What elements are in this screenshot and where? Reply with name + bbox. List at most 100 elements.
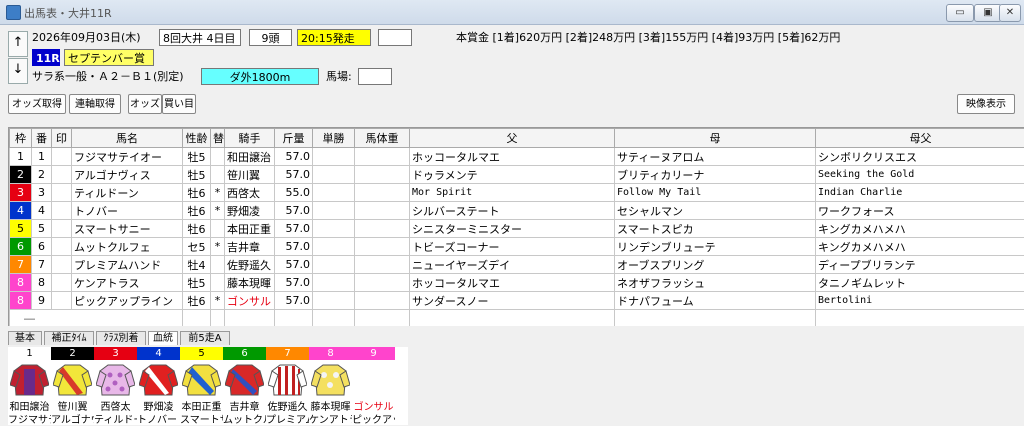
ban-cell: 2	[32, 166, 52, 184]
jockey-cell[interactable]: 西啓太	[225, 184, 275, 202]
jockey-silk-icon	[268, 361, 307, 397]
jockey-cell[interactable]: 本田正重	[225, 220, 275, 238]
jockey-cell[interactable]: 野畑凌	[225, 202, 275, 220]
header-dam[interactable]: 母	[615, 129, 816, 148]
horse-name-cell[interactable]: スマートサニー	[72, 220, 183, 238]
mark-cell[interactable]	[52, 238, 72, 256]
silk-card[interactable]: 3 西啓太 ティルドーン	[94, 347, 137, 425]
horse-name-cell[interactable]: ティルドーン	[72, 184, 183, 202]
mark-cell[interactable]	[52, 202, 72, 220]
baba-input[interactable]	[358, 68, 392, 85]
next-race-button[interactable]: ↓	[8, 58, 28, 84]
header-horse-name[interactable]: 馬名	[72, 129, 183, 148]
silk-card[interactable]: 5 本田正重 スマートサニー	[180, 347, 223, 425]
prev-race-button[interactable]: ↑	[8, 31, 28, 57]
silk-card[interactable]: 2 笹川翼 アルゴナヴィ	[51, 347, 94, 425]
jockey-cell[interactable]: 佐野遥久	[225, 256, 275, 274]
dam-cell: ドナパフューム	[615, 292, 816, 310]
empty-row-marker: ―	[10, 310, 183, 327]
change-cell: *	[211, 292, 225, 310]
silk-card[interactable]: 9 ゴンサル ピックアップ	[352, 347, 395, 425]
race-conditions: サラ系一般・Ａ２－Ｂ１(別定)	[32, 68, 184, 85]
header-mark[interactable]: 印	[52, 129, 72, 148]
table-row[interactable]: 5 5 スマートサニー 牡6 本田正重 57.0 シニスターミニスター スマート…	[10, 220, 1024, 238]
header-jockey[interactable]: 騎手	[225, 129, 275, 148]
mark-cell[interactable]	[52, 166, 72, 184]
sex-age-cell: 牡6	[183, 292, 211, 310]
silk-horse-name: スマートサニー	[180, 411, 223, 426]
horse-name-cell[interactable]: ケンアトラス	[72, 274, 183, 292]
odds-button[interactable]: オッズ	[128, 94, 162, 114]
header-change[interactable]: 替	[211, 129, 225, 148]
jockey-cell[interactable]: 吉井章	[225, 238, 275, 256]
mark-cell[interactable]	[52, 292, 72, 310]
table-row[interactable]: 8 9 ピックアップライン 牡6 * ゴンサル 57.0 サンダースノー ドナパ…	[10, 292, 1024, 310]
header-body-weight[interactable]: 馬体重	[355, 129, 410, 148]
jockey-cell[interactable]: 藤本現暉	[225, 274, 275, 292]
silk-horse-name: アルゴナヴィ	[51, 411, 94, 426]
horse-name-cell[interactable]: ムットクルフェ	[72, 238, 183, 256]
header-weight-carried[interactable]: 斤量	[275, 129, 313, 148]
mark-cell[interactable]	[52, 148, 72, 166]
header-win-odds[interactable]: 単勝	[313, 129, 355, 148]
video-button[interactable]: 映像表示	[957, 94, 1015, 114]
silk-card[interactable]: 7 佐野遥久 プレミアム	[266, 347, 309, 425]
mark-cell[interactable]	[52, 256, 72, 274]
jockey-cell[interactable]: 和田譲治	[225, 148, 275, 166]
sex-age-cell: 牡5	[183, 148, 211, 166]
weight-carried-cell: 57.0	[275, 166, 313, 184]
jockey-cell[interactable]: 笹川翼	[225, 166, 275, 184]
header-sire[interactable]: 父	[410, 129, 615, 148]
sex-age-cell: 牡5	[183, 274, 211, 292]
silk-horse-name: ピックアップ	[352, 411, 395, 426]
sex-age-cell: セ5	[183, 238, 211, 256]
win-odds-cell	[313, 274, 355, 292]
mark-cell[interactable]	[52, 220, 72, 238]
sire-cell: シニスターミニスター	[410, 220, 615, 238]
maximize-button[interactable]: ▣	[974, 4, 1002, 22]
tab-last5-a[interactable]: 前5走A	[180, 331, 230, 345]
mark-cell[interactable]	[52, 184, 72, 202]
mark-cell[interactable]	[52, 274, 72, 292]
tab-pedigree[interactable]: 血統	[148, 331, 178, 345]
horse-name-cell[interactable]: ピックアップライン	[72, 292, 183, 310]
baba-label: 馬場:	[326, 68, 352, 85]
sex-age-cell: 牡5	[183, 166, 211, 184]
win-odds-cell	[313, 292, 355, 310]
silk-card[interactable]: 1 和田譲治 フジマサテイ	[8, 347, 51, 425]
minimize-button[interactable]: ▭	[946, 4, 974, 22]
header-damsire[interactable]: 母父	[816, 129, 1024, 148]
header-waku[interactable]: 枠	[10, 129, 32, 148]
odds-fetch-button[interactable]: オッズ取得	[8, 94, 66, 114]
silk-card[interactable]: 4 野畑凌 トノバー	[137, 347, 180, 425]
buy-button[interactable]: 買い目	[162, 94, 196, 114]
table-row[interactable]: 7 7 プレミアムハンド 牡4 佐野遥久 57.0 ニューイヤーズデイ オーブス…	[10, 256, 1024, 274]
silk-card[interactable]: 6 吉井章 ムットクルフェ	[223, 347, 266, 425]
ban-cell: 6	[32, 238, 52, 256]
table-row[interactable]: 3 3 ティルドーン 牡6 * 西啓太 55.0 Mor Spirit Foll…	[10, 184, 1024, 202]
table-row[interactable]: 2 2 アルゴナヴィス 牡5 笹川翼 57.0 ドゥラメンテ ブリティカリーナ …	[10, 166, 1024, 184]
win-odds-cell	[313, 256, 355, 274]
table-row[interactable]: 8 8 ケンアトラス 牡5 藤本現暉 57.0 ホッコータルマエ ネオザフラッシ…	[10, 274, 1024, 292]
jockey-silk-icon	[311, 361, 350, 397]
horse-name-cell[interactable]: フジマサテイオー	[72, 148, 183, 166]
close-button[interactable]: ✕	[999, 4, 1021, 22]
table-row[interactable]: 1 1 フジマサテイオー 牡5 和田譲治 57.0 ホッコータルマエ サティーヌ…	[10, 148, 1024, 166]
silk-horse-name: ケンアトラス	[309, 411, 352, 426]
tab-class-finish[interactable]: ｸﾗｽ別着	[96, 331, 146, 345]
jockey-cell[interactable]: ゴンサル	[225, 292, 275, 310]
tab-basic[interactable]: 基本	[8, 331, 42, 345]
horse-name-cell[interactable]: プレミアムハンド	[72, 256, 183, 274]
table-row[interactable]: 4 4 トノバー 牡6 * 野畑凌 57.0 シルバーステート セシャルマン ワ…	[10, 202, 1024, 220]
tab-corrected-time[interactable]: 補正ﾀｲﾑ	[44, 331, 94, 345]
toolbar: オッズ取得 連軸取得 オッズ 買い目 映像表示	[0, 90, 1024, 120]
header-sex-age[interactable]: 性齢	[183, 129, 211, 148]
horse-name-cell[interactable]: アルゴナヴィス	[72, 166, 183, 184]
table-row[interactable]: 6 6 ムットクルフェ セ5 * 吉井章 57.0 トビーズコーナー リンデンブ…	[10, 238, 1024, 256]
header-ban[interactable]: 番	[32, 129, 52, 148]
silk-number: 8	[309, 347, 352, 360]
silk-card[interactable]: 8 藤本現暉 ケンアトラス	[309, 347, 352, 425]
start-time: 20:15発走	[297, 29, 371, 46]
horse-name-cell[interactable]: トノバー	[72, 202, 183, 220]
ren-fetch-button[interactable]: 連軸取得	[69, 94, 121, 114]
